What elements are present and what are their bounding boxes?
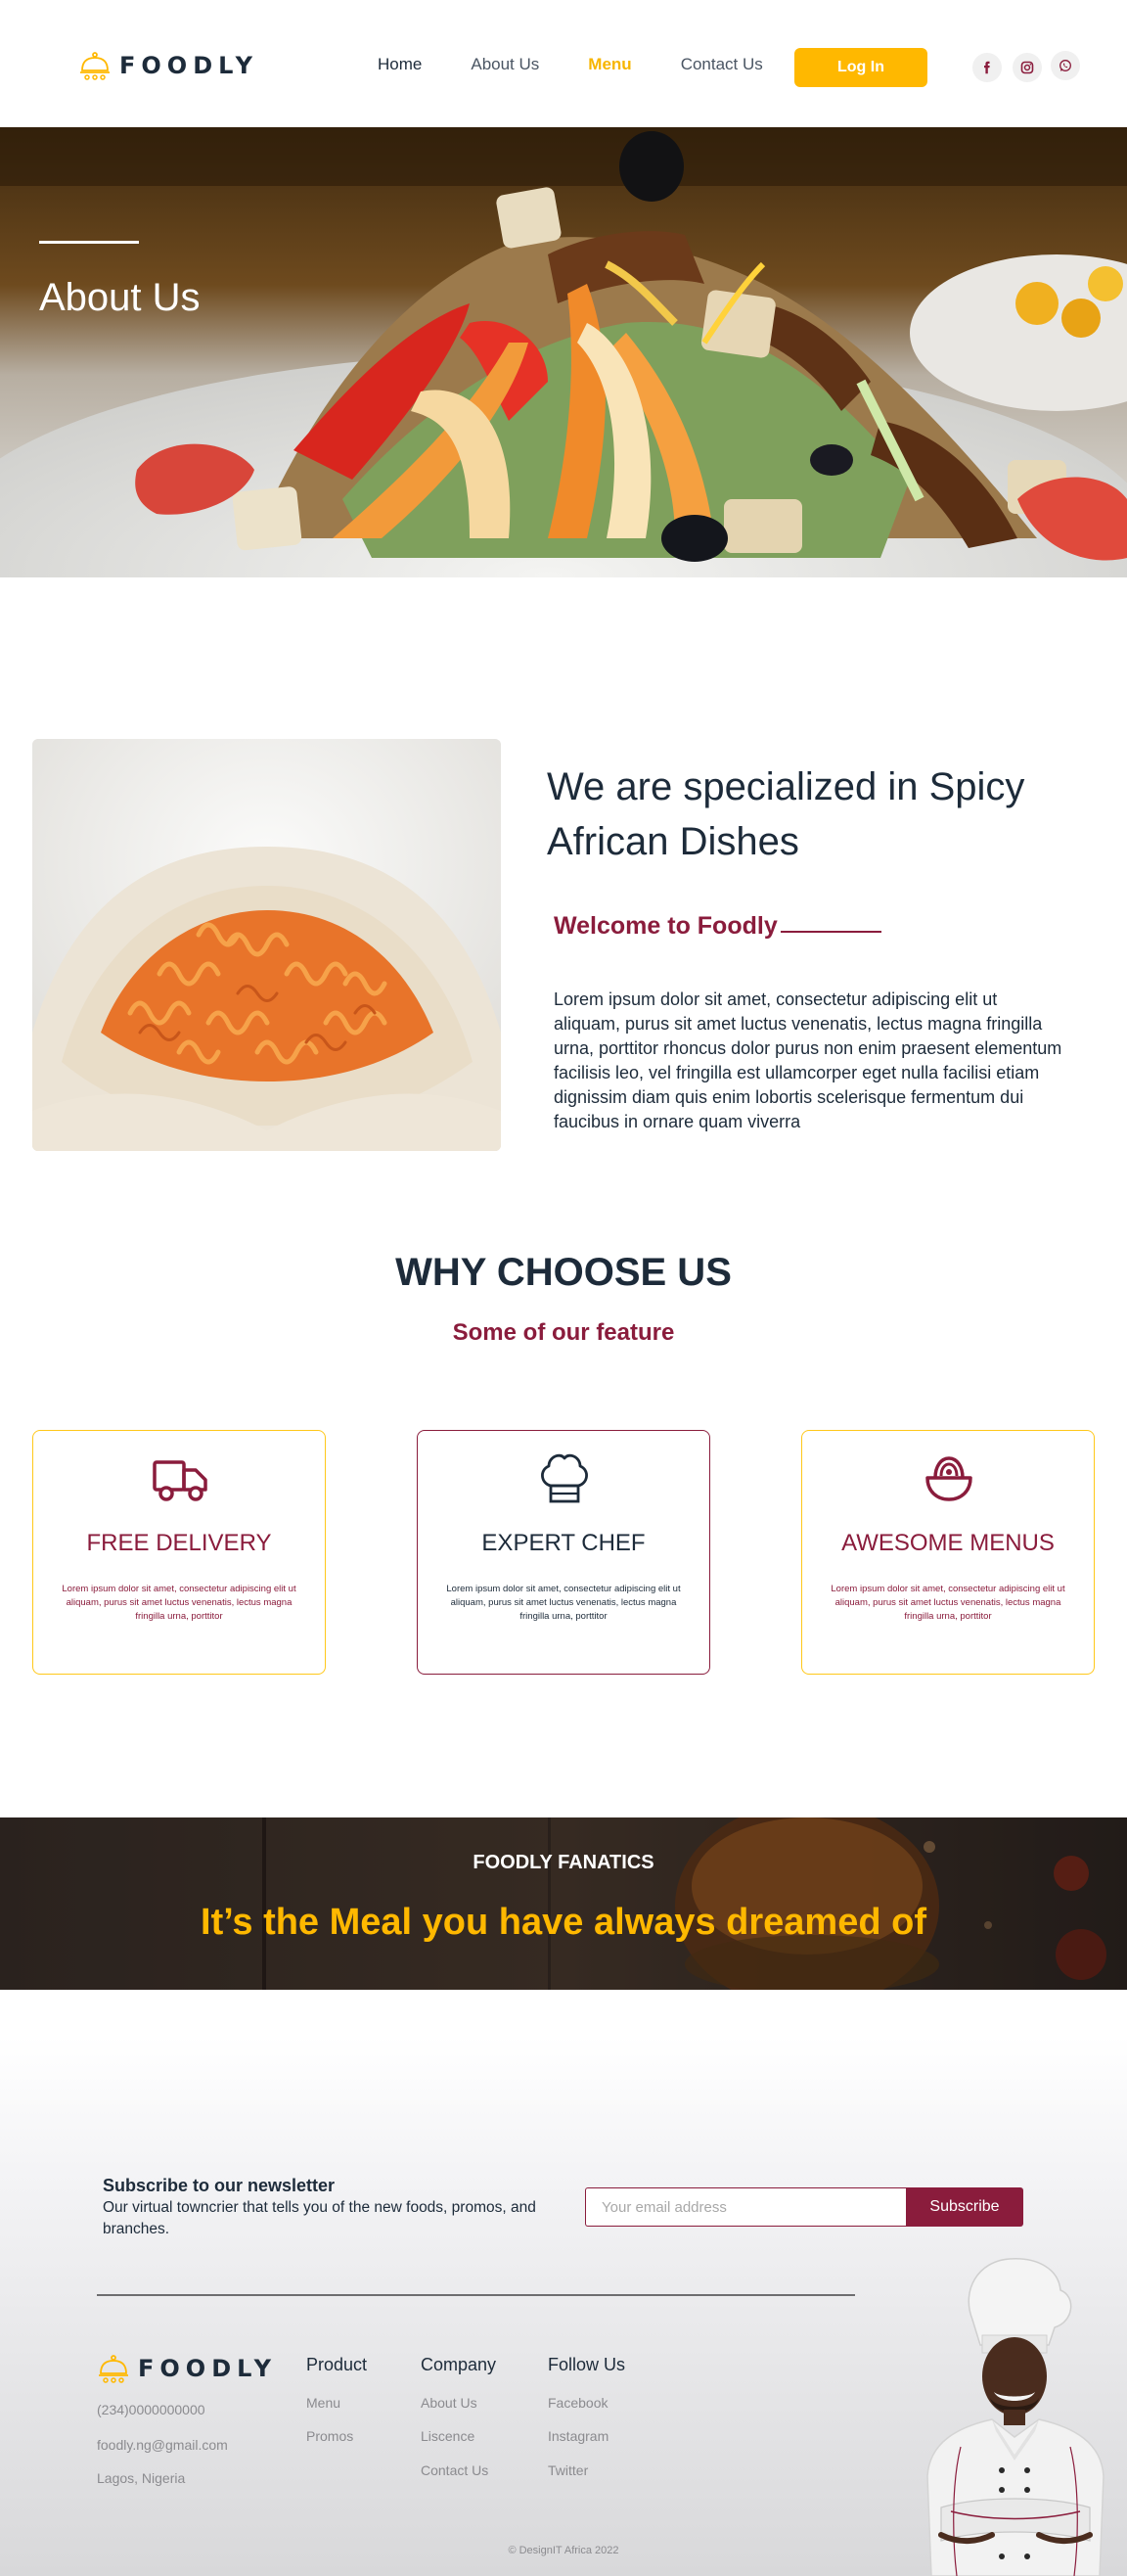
footer-link-promos[interactable]: Promos (306, 2428, 353, 2444)
banner-headline: It’s the Meal you have always dreamed of (201, 1902, 926, 1943)
feature-title: EXPERT CHEF (481, 1530, 646, 1556)
whatsapp-icon (1059, 60, 1071, 71)
why-choose-subheading: Some of our feature (452, 1319, 675, 1346)
footer-email[interactable]: foodly.ng@gmail.com (97, 2437, 228, 2453)
hero-divider (39, 241, 139, 244)
brand-logo[interactable]: FOODLY (78, 49, 258, 82)
about-heading: We are specialized in Spicy African Dish… (547, 765, 1025, 863)
footer-link-facebook[interactable]: Facebook (548, 2395, 608, 2411)
salad-image (0, 127, 1127, 577)
feature-text: Lorem ipsum dolor sit amet, consectetur … (831, 1584, 1065, 1622)
truck-icon (153, 1460, 207, 1501)
cloche-icon (80, 52, 110, 80)
hero-banner: About Us (0, 127, 1127, 577)
banner-kicker: FOODLY FANATICS (473, 1852, 654, 1873)
feature-title: FREE DELIVERY (86, 1530, 272, 1556)
footer-link-about[interactable]: About Us (421, 2395, 477, 2411)
pasta-illustration (32, 739, 501, 1151)
footer-link-licence[interactable]: Liscence (421, 2428, 474, 2444)
whatsapp-button[interactable] (1051, 51, 1080, 80)
chef-hat-icon (541, 1453, 588, 1503)
footer-link-contact[interactable]: Contact Us (421, 2462, 488, 2478)
footer-divider (97, 2294, 855, 2296)
feature-text: Lorem ipsum dolor sit amet, consectetur … (62, 1584, 296, 1622)
footer-link-twitter[interactable]: Twitter (548, 2462, 588, 2478)
facebook-icon (984, 61, 990, 74)
feature-title: AWESOME MENUS (841, 1530, 1055, 1556)
footer-location: Lagos, Nigeria (97, 2470, 186, 2486)
about-paragraph: Lorem ipsum dolor sit amet, consectetur … (554, 989, 1062, 1131)
pasta-image (32, 739, 501, 1151)
food-bowl-icon (925, 1456, 972, 1501)
nav-link-menu[interactable]: Menu (588, 55, 631, 74)
page-title: About Us (39, 276, 201, 319)
feature-card-menus: AWESOME MENUS Lorem ipsum dolor sit amet… (801, 1430, 1095, 1675)
welcome-subheading: Welcome to Foodly (554, 912, 778, 940)
nav-link-contact[interactable]: Contact Us (681, 55, 763, 74)
instagram-button[interactable] (1013, 53, 1042, 82)
newsletter-description: Our virtual towncrier that tells you of … (103, 2199, 536, 2237)
footer-col-follow: Follow Us (548, 2355, 626, 2374)
footer-col-company: Company (421, 2355, 497, 2374)
promo-banner: FOODLY FANATICS It’s the Meal you have a… (0, 1817, 1127, 1990)
login-button[interactable]: Log In (794, 48, 927, 87)
top-navigation: FOODLY Home About Us Menu Contact Us Log… (0, 0, 1127, 127)
footer-col-product: Product (306, 2355, 368, 2374)
footer-phone: (234)0000000000 (97, 2402, 205, 2417)
footer-brand-logo[interactable]: FOODLY (97, 2352, 277, 2385)
cloche-icon (99, 2355, 128, 2383)
brand-name: FOODLY (119, 52, 259, 79)
facebook-button[interactable] (972, 53, 1002, 82)
footer-link-instagram[interactable]: Instagram (548, 2428, 609, 2444)
instagram-icon (1020, 61, 1034, 74)
feature-card-chef: EXPERT CHEF Lorem ipsum dolor sit amet, … (417, 1430, 710, 1675)
feature-text: Lorem ipsum dolor sit amet, consectetur … (446, 1584, 681, 1622)
nav-link-about[interactable]: About Us (471, 55, 539, 74)
feature-card-delivery: FREE DELIVERY Lorem ipsum dolor sit amet… (32, 1430, 326, 1675)
newsletter-title: Subscribe to our newsletter (103, 2176, 336, 2195)
nav-link-home[interactable]: Home (378, 55, 422, 74)
welcome-divider (781, 931, 881, 933)
why-choose-heading: WHY CHOOSE US (395, 1251, 732, 1294)
nav-links: Home About Us Menu Contact Us (378, 55, 812, 74)
footer-link-menu[interactable]: Menu (306, 2395, 340, 2411)
brand-name: FOODLY (138, 2355, 278, 2382)
chef-image (926, 2258, 1104, 2576)
subscribe-button[interactable]: Subscribe (906, 2187, 1023, 2227)
newsletter-email-input[interactable] (585, 2187, 906, 2227)
